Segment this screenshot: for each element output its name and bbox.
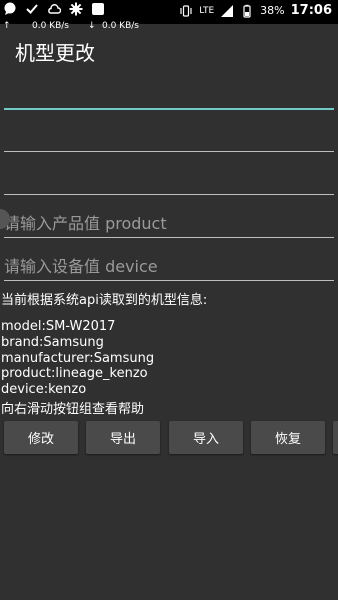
upload-speed: 0.0 KB/s — [32, 21, 69, 31]
button-group[interactable]: 修改 导出 导入 恢复 — [4, 421, 338, 455]
status-bar-system: LTE 38% 17:06 — [179, 3, 332, 18]
modify-button[interactable]: 修改 — [4, 421, 78, 454]
model-input[interactable] — [4, 79, 334, 107]
export-button[interactable]: 导出 — [86, 421, 160, 454]
device-input-underline — [4, 280, 334, 281]
model-input-underline — [4, 108, 334, 110]
device-input[interactable] — [4, 252, 334, 280]
download-speed: 0.0 KB/s — [102, 21, 139, 31]
app-square-icon — [91, 2, 105, 16]
chat-bubble-icon — [3, 2, 17, 16]
restore-button[interactable]: 恢复 — [251, 421, 325, 454]
cloud-icon — [47, 2, 61, 16]
manufacturer-input-underline — [4, 194, 334, 195]
next-button-partial[interactable] — [333, 421, 338, 454]
info-brand: brand:Samsung — [1, 335, 104, 350]
app-bar: 机型更改 — [0, 33, 338, 69]
brand-input-underline — [4, 151, 334, 152]
info-heading: 当前根据系统api读取到的机型信息: — [1, 293, 208, 308]
check-icon — [25, 2, 39, 16]
gear-icon — [69, 2, 83, 16]
download-arrow-icon: ↓ — [88, 21, 96, 31]
lte-label: LTE — [199, 5, 215, 16]
battery-percent: 38% — [260, 4, 285, 17]
upload-arrow-icon: ↑ — [3, 21, 11, 31]
battery-icon — [240, 4, 254, 18]
product-input[interactable] — [4, 209, 334, 237]
vibrate-icon — [179, 4, 193, 18]
network-speed-bar: ↑ 0.0 KB/s ↓ 0.0 KB/s — [0, 21, 338, 33]
clock: 17:06 — [290, 3, 332, 18]
product-input-underline — [4, 237, 334, 238]
info-manufacturer: manufacturer:Samsung — [1, 351, 155, 366]
brand-input[interactable] — [4, 122, 334, 150]
info-model: model:SM-W2017 — [1, 319, 116, 334]
swipe-help-hint: 向右滑动按钮组查看帮助 — [1, 402, 145, 417]
status-bar-notifications — [3, 2, 105, 16]
info-product: product:lineage_kenzo — [1, 366, 148, 381]
import-button[interactable]: 导入 — [169, 421, 243, 454]
manufacturer-input[interactable] — [4, 165, 334, 193]
signal-icon — [220, 4, 234, 18]
info-device: device:kenzo — [1, 382, 87, 397]
page-title: 机型更改 — [15, 41, 95, 65]
